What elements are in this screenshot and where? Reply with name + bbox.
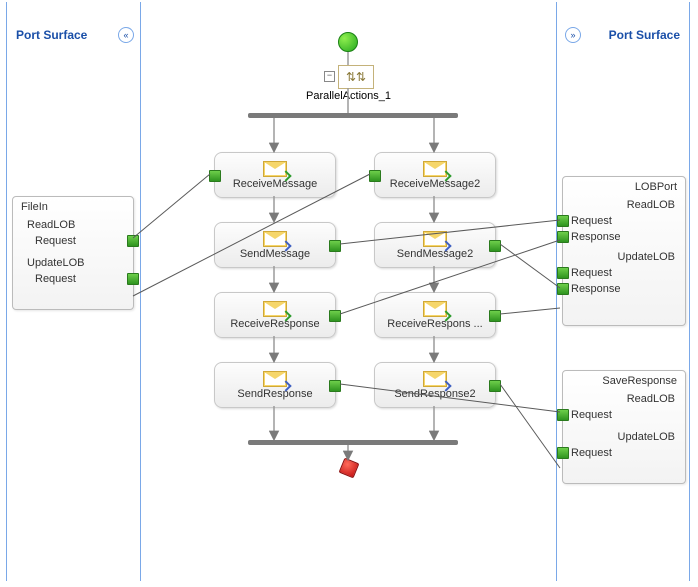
- envelope-receive-icon: [423, 161, 447, 177]
- parallel-actions-icon[interactable]: ⇅⇅: [338, 65, 374, 89]
- shape-send-response[interactable]: SendResponse: [214, 362, 336, 408]
- port-msg-request[interactable]: Request: [563, 445, 685, 461]
- shape-receive-response2[interactable]: ReceiveRespons ...: [374, 292, 496, 338]
- port-surface-right-label: Port Surface: [609, 28, 680, 42]
- port-op-readlob: ReadLOB: [563, 197, 685, 213]
- shape-receive-message[interactable]: ReceiveMessage: [214, 152, 336, 198]
- envelope-send-icon: [263, 231, 287, 247]
- port-msg-request[interactable]: Request: [563, 407, 685, 423]
- parallel-actions-label: ParallelActions_1: [306, 90, 391, 102]
- envelope-send-icon: [423, 371, 447, 387]
- port-connector[interactable]: [557, 447, 569, 459]
- shape-label: SendMessage2: [397, 248, 473, 260]
- shape-label: SendMessage: [240, 248, 310, 260]
- port-surface-left-divider: [140, 2, 141, 581]
- port-title: SaveResponse: [563, 371, 685, 391]
- port-connector[interactable]: [127, 235, 139, 247]
- shape-connector[interactable]: [329, 240, 341, 252]
- shape-label: ReceiveResponse: [230, 318, 319, 330]
- port-msg-request[interactable]: Request: [13, 271, 133, 287]
- shape-connector[interactable]: [329, 380, 341, 392]
- shape-receive-response[interactable]: ReceiveResponse: [214, 292, 336, 338]
- port-filein[interactable]: FileIn ReadLOB Request UpdateLOB Request: [12, 196, 134, 310]
- port-surface-left-label: Port Surface: [16, 28, 87, 42]
- envelope-receive-icon: [423, 301, 447, 317]
- shape-send-message2[interactable]: SendMessage2: [374, 222, 496, 268]
- port-connector[interactable]: [557, 409, 569, 421]
- port-op-updatelob: UpdateLOB: [563, 429, 685, 445]
- envelope-send-icon: [263, 371, 287, 387]
- envelope-receive-icon: [263, 301, 287, 317]
- shape-connector[interactable]: [329, 310, 341, 322]
- port-op-updatelob: UpdateLOB: [563, 249, 685, 265]
- port-title: FileIn: [13, 197, 133, 217]
- parallel-top-bar: [248, 113, 458, 118]
- shape-receive-message2[interactable]: ReceiveMessage2: [374, 152, 496, 198]
- port-msg-request[interactable]: Request: [13, 233, 133, 249]
- shape-label: SendResponse2: [394, 388, 475, 400]
- port-op-readlob: ReadLOB: [13, 217, 133, 233]
- shape-send-response2[interactable]: SendResponse2: [374, 362, 496, 408]
- port-connector[interactable]: [557, 283, 569, 295]
- port-saveresponse[interactable]: SaveResponse ReadLOB Request UpdateLOB R…: [562, 370, 686, 484]
- shape-label: ReceiveRespons ...: [387, 318, 482, 330]
- port-msg-response[interactable]: Response: [563, 281, 685, 297]
- shape-connector[interactable]: [209, 170, 221, 182]
- envelope-receive-icon: [263, 161, 287, 177]
- port-title: LOBPort: [563, 177, 685, 197]
- port-msg-request[interactable]: Request: [563, 265, 685, 281]
- shape-label: ReceiveMessage2: [390, 178, 481, 190]
- port-connector[interactable]: [557, 231, 569, 243]
- orchestration-designer-canvas[interactable]: Port Surface « Port Surface » − ⇅⇅ Paral…: [0, 0, 698, 587]
- port-connector[interactable]: [557, 215, 569, 227]
- port-surface-right-collapse[interactable]: »: [565, 27, 581, 43]
- port-connector[interactable]: [557, 267, 569, 279]
- shape-connector[interactable]: [489, 310, 501, 322]
- port-msg-request[interactable]: Request: [563, 213, 685, 229]
- shape-connector[interactable]: [489, 240, 501, 252]
- port-msg-response[interactable]: Response: [563, 229, 685, 245]
- shape-connector[interactable]: [489, 380, 501, 392]
- start-shape[interactable]: [338, 32, 358, 52]
- port-op-updatelob: UpdateLOB: [13, 255, 133, 271]
- port-connector[interactable]: [127, 273, 139, 285]
- envelope-send-icon: [423, 231, 447, 247]
- shape-label: ReceiveMessage: [233, 178, 317, 190]
- port-surface-left-collapse[interactable]: «: [118, 27, 134, 43]
- shape-label: SendResponse: [237, 388, 312, 400]
- shape-send-message[interactable]: SendMessage: [214, 222, 336, 268]
- shape-connector[interactable]: [369, 170, 381, 182]
- port-lobport[interactable]: LOBPort ReadLOB Request Response UpdateL…: [562, 176, 686, 326]
- parallel-expander[interactable]: −: [324, 71, 335, 82]
- port-op-readlob: ReadLOB: [563, 391, 685, 407]
- parallel-bottom-bar: [248, 440, 458, 445]
